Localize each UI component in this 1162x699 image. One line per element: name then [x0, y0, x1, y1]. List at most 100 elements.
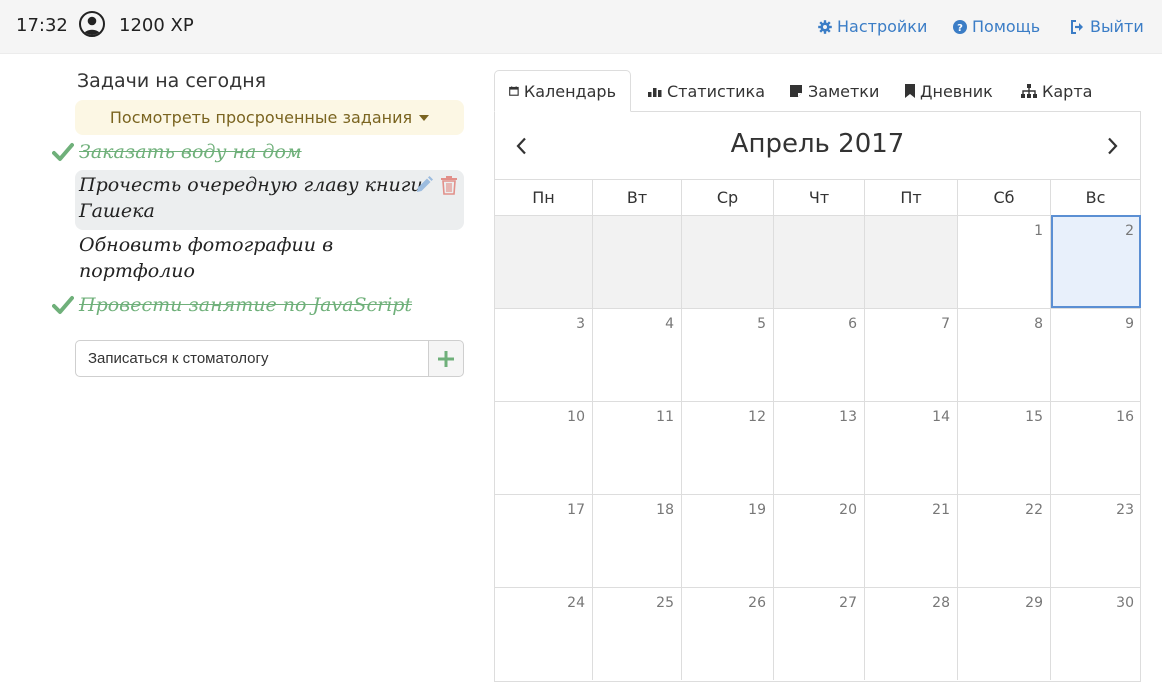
calendar-day-cell[interactable]: 18 — [593, 494, 682, 587]
calendar-day-cell[interactable]: 27 — [774, 587, 865, 680]
task-item-selected[interactable]: Прочесть очередную главу книги Гашека — [75, 170, 464, 230]
tab-calendar[interactable]: Календарь — [494, 70, 631, 112]
svg-text:?: ? — [957, 23, 963, 34]
day-number: 28 — [932, 595, 950, 611]
weekday-header: Ср — [682, 179, 774, 215]
calendar-day-cell[interactable]: 5 — [682, 308, 774, 401]
day-number: 6 — [848, 316, 857, 332]
weekday-header: Пт — [865, 179, 958, 215]
day-number: 15 — [1025, 409, 1043, 425]
day-number: 26 — [748, 595, 766, 611]
day-number: 23 — [1116, 502, 1134, 518]
tab-label: Статистика — [667, 81, 765, 101]
caret-down-icon — [419, 114, 430, 121]
new-task-input[interactable] — [75, 340, 429, 377]
calendar-day-cell[interactable]: 25 — [593, 587, 682, 680]
xp-counter: 1200 XP — [119, 15, 194, 36]
tab-label: Календарь — [523, 81, 616, 101]
calendar-day-cell[interactable]: 7 — [865, 308, 958, 401]
day-number: 27 — [839, 595, 857, 611]
day-number: 9 — [1125, 316, 1134, 332]
day-number: 30 — [1116, 595, 1134, 611]
tab-statistics[interactable]: Статистика — [634, 70, 779, 112]
help-link[interactable]: ? Помощь — [953, 17, 1040, 36]
day-number: 24 — [567, 595, 585, 611]
calendar-day-cell[interactable]: 20 — [774, 494, 865, 587]
bar-chart-icon — [648, 88, 662, 97]
calendar-day-cell[interactable]: 9 — [1051, 308, 1141, 401]
note-icon — [790, 85, 802, 97]
calendar: Апрель 2017 Пн Вт Ср Чт Пт Сб Вс 1 2 3 4 5 6 7 8 9 10 11 1… — [494, 111, 1141, 682]
task-item-done[interactable]: Заказать воду на дом — [75, 139, 464, 165]
calendar-day-cell[interactable]: 2 — [1051, 215, 1141, 308]
calendar-day-cell[interactable]: 15 — [958, 401, 1051, 494]
calendar-day-cell[interactable]: 17 — [495, 494, 593, 587]
user-avatar-icon[interactable] — [79, 11, 105, 37]
day-number: 16 — [1116, 409, 1134, 425]
calendar-day-cell[interactable]: 11 — [593, 401, 682, 494]
calendar-day-cell[interactable]: 26 — [682, 587, 774, 680]
calendar-day-cell[interactable]: 29 — [958, 587, 1051, 680]
settings-link[interactable]: Настройки — [818, 17, 927, 36]
overdue-tasks-button[interactable]: Посмотреть просроченные задания — [75, 100, 464, 135]
calendar-icon — [509, 86, 519, 96]
calendar-empty-cell[interactable] — [495, 215, 593, 308]
task-item[interactable]: Обновить фотографии в портфолио — [75, 232, 464, 284]
calendar-day-cell[interactable]: 23 — [1051, 494, 1141, 587]
calendar-day-cell[interactable]: 21 — [865, 494, 958, 587]
calendar-day-cell[interactable]: 16 — [1051, 401, 1141, 494]
day-number: 2 — [1125, 223, 1134, 239]
calendar-empty-cell[interactable] — [593, 215, 682, 308]
overdue-tasks-label: Посмотреть просроченные задания — [109, 108, 413, 127]
calendar-day-cell[interactable]: 3 — [495, 308, 593, 401]
day-number: 22 — [1025, 502, 1043, 518]
task-text: Обновить фотографии в портфолио — [79, 234, 334, 282]
weekday-header: Вс — [1051, 179, 1141, 215]
calendar-day-cell[interactable]: 12 — [682, 401, 774, 494]
day-number: 5 — [757, 316, 766, 332]
help-link-label: Помощь — [972, 17, 1041, 36]
calendar-day-cell[interactable]: 8 — [958, 308, 1051, 401]
weekday-header: Вт — [593, 179, 682, 215]
calendar-day-cell[interactable]: 28 — [865, 587, 958, 680]
clock: 17:32 — [16, 15, 68, 36]
calendar-day-cell[interactable]: 4 — [593, 308, 682, 401]
pencil-icon[interactable] — [414, 175, 434, 195]
calendar-day-cell[interactable]: 14 — [865, 401, 958, 494]
weekday-header: Чт — [774, 179, 865, 215]
day-number: 21 — [932, 502, 950, 518]
add-task-button[interactable] — [428, 340, 464, 377]
day-number: 20 — [839, 502, 857, 518]
calendar-day-cell[interactable]: 24 — [495, 587, 593, 680]
task-item-done[interactable]: Провести занятие по JavaScript — [75, 292, 464, 318]
calendar-day-cell[interactable]: 30 — [1051, 587, 1141, 680]
tab-diary[interactable]: Дневник — [891, 70, 1007, 112]
next-month-arrow-icon[interactable] — [1107, 137, 1119, 155]
calendar-empty-cell[interactable] — [682, 215, 774, 308]
calendar-day-cell[interactable]: 22 — [958, 494, 1051, 587]
day-number: 13 — [839, 409, 857, 425]
calendar-day-cell[interactable]: 19 — [682, 494, 774, 587]
calendar-day-cell[interactable]: 6 — [774, 308, 865, 401]
checkmark-icon — [52, 143, 74, 161]
logout-link[interactable]: Выйти — [1070, 17, 1144, 36]
day-number: 25 — [656, 595, 674, 611]
calendar-day-cell[interactable]: 1 — [958, 215, 1051, 308]
bookmark-icon — [905, 84, 915, 98]
day-number: 3 — [576, 316, 585, 332]
trash-icon[interactable] — [440, 175, 458, 195]
calendar-day-cell[interactable]: 13 — [774, 401, 865, 494]
task-text: Провести занятие по JavaScript — [79, 294, 413, 316]
calendar-empty-cell[interactable] — [774, 215, 865, 308]
tab-notes[interactable]: Заметки — [775, 70, 893, 112]
calendar-grid: Пн Вт Ср Чт Пт Сб Вс 1 2 3 4 5 6 7 8 9 10 11 12 13 14 15 16 17 1… — [495, 179, 1141, 680]
day-number: 14 — [932, 409, 950, 425]
calendar-day-cell[interactable]: 10 — [495, 401, 593, 494]
plus-icon — [438, 350, 454, 367]
tab-map[interactable]: Карта — [1007, 70, 1106, 112]
question-icon: ? — [953, 19, 967, 34]
top-bar: 17:32 1200 XP Настройки ? Помощь Выйти — [0, 0, 1162, 54]
calendar-empty-cell[interactable] — [865, 215, 958, 308]
tab-label: Заметки — [808, 81, 880, 101]
tab-label: Карта — [1042, 81, 1093, 101]
